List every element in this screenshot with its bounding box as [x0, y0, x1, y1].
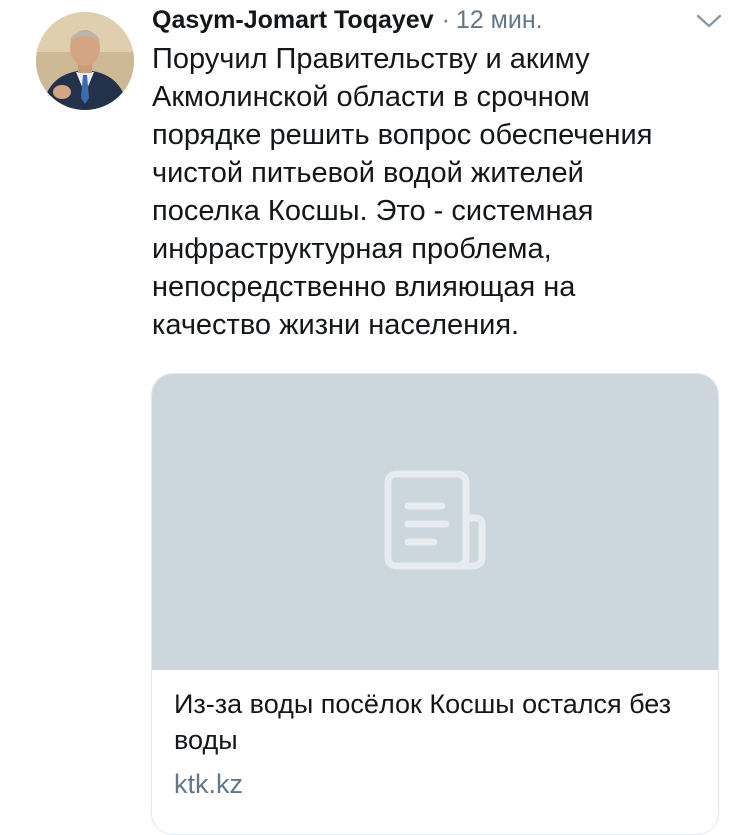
card-domain: ktk.kz [174, 769, 244, 799]
card-title: Из-за воды посёлок Косшы остался без вод… [174, 689, 672, 755]
avatar-photo [36, 12, 134, 110]
avatar[interactable] [36, 12, 134, 110]
card-media-placeholder [152, 374, 718, 670]
tweet: Qasym-Jomart Toqayev · 12 мин. Поручил П… [0, 0, 750, 835]
chevron-down-icon[interactable] [694, 12, 724, 32]
timestamp[interactable]: 12 мин. [456, 6, 543, 35]
author-name[interactable]: Qasym-Jomart Toqayev [152, 6, 434, 35]
document-icon [384, 470, 486, 570]
link-card[interactable]: Из-за воды посёлок Косшы остался без вод… [151, 373, 719, 835]
separator-dot: · [441, 5, 450, 34]
tweet-text: Поручил Правительству и акиму Акмолинско… [152, 43, 653, 341]
tweet-header: Qasym-Jomart Toqayev · 12 мин. [152, 4, 543, 36]
